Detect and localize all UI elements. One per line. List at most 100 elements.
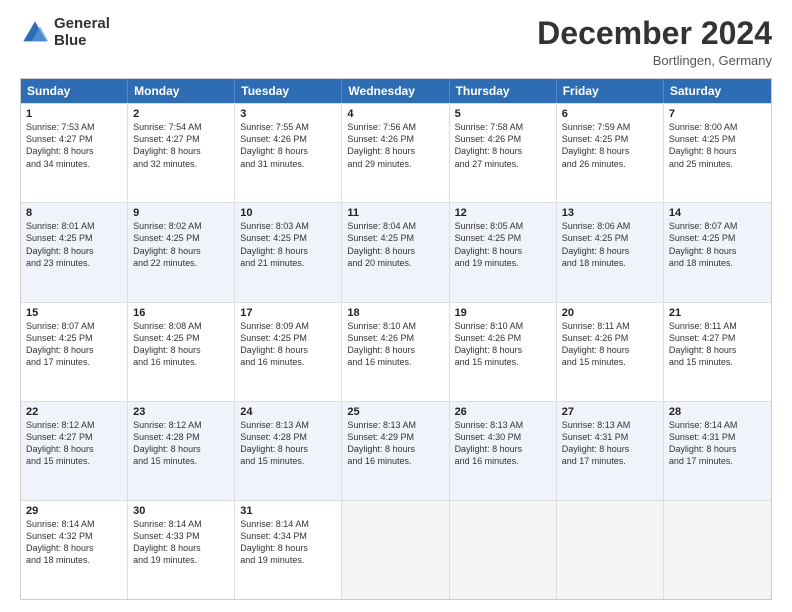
table-row: 9Sunrise: 8:02 AMSunset: 4:25 PMDaylight… xyxy=(128,203,235,301)
cell-text: Sunrise: 8:08 AMSunset: 4:25 PMDaylight:… xyxy=(133,320,229,369)
day-number: 26 xyxy=(455,406,551,418)
cell-text: Sunrise: 7:55 AMSunset: 4:26 PMDaylight:… xyxy=(240,121,336,170)
table-row: 22Sunrise: 8:12 AMSunset: 4:27 PMDayligh… xyxy=(21,402,128,500)
logo-icon xyxy=(20,18,50,48)
location: Bortlingen, Germany xyxy=(537,53,772,68)
cell-text: Sunrise: 8:11 AMSunset: 4:27 PMDaylight:… xyxy=(669,320,766,369)
day-number: 6 xyxy=(562,108,658,120)
day-number: 4 xyxy=(347,108,443,120)
calendar-row-2: 8Sunrise: 8:01 AMSunset: 4:25 PMDaylight… xyxy=(21,202,771,301)
table-row: 11Sunrise: 8:04 AMSunset: 4:25 PMDayligh… xyxy=(342,203,449,301)
cell-text: Sunrise: 8:05 AMSunset: 4:25 PMDaylight:… xyxy=(455,220,551,269)
day-number: 16 xyxy=(133,307,229,319)
cell-text: Sunrise: 8:12 AMSunset: 4:27 PMDaylight:… xyxy=(26,419,122,468)
table-row xyxy=(450,501,557,599)
day-number: 24 xyxy=(240,406,336,418)
table-row: 23Sunrise: 8:12 AMSunset: 4:28 PMDayligh… xyxy=(128,402,235,500)
calendar-row-3: 15Sunrise: 8:07 AMSunset: 4:25 PMDayligh… xyxy=(21,302,771,401)
cell-text: Sunrise: 8:03 AMSunset: 4:25 PMDaylight:… xyxy=(240,220,336,269)
day-number: 29 xyxy=(26,505,122,517)
table-row: 16Sunrise: 8:08 AMSunset: 4:25 PMDayligh… xyxy=(128,303,235,401)
day-number: 13 xyxy=(562,207,658,219)
cell-text: Sunrise: 8:00 AMSunset: 4:25 PMDaylight:… xyxy=(669,121,766,170)
day-number: 12 xyxy=(455,207,551,219)
table-row: 26Sunrise: 8:13 AMSunset: 4:30 PMDayligh… xyxy=(450,402,557,500)
logo-line1: General xyxy=(54,16,110,33)
table-row: 29Sunrise: 8:14 AMSunset: 4:32 PMDayligh… xyxy=(21,501,128,599)
calendar: SundayMondayTuesdayWednesdayThursdayFrid… xyxy=(20,78,772,600)
day-number: 8 xyxy=(26,207,122,219)
cell-text: Sunrise: 8:14 AMSunset: 4:31 PMDaylight:… xyxy=(669,419,766,468)
table-row: 8Sunrise: 8:01 AMSunset: 4:25 PMDaylight… xyxy=(21,203,128,301)
day-number: 25 xyxy=(347,406,443,418)
day-number: 22 xyxy=(26,406,122,418)
weekday-header-sunday: Sunday xyxy=(21,79,128,103)
cell-text: Sunrise: 8:13 AMSunset: 4:30 PMDaylight:… xyxy=(455,419,551,468)
table-row: 12Sunrise: 8:05 AMSunset: 4:25 PMDayligh… xyxy=(450,203,557,301)
day-number: 18 xyxy=(347,307,443,319)
table-row: 20Sunrise: 8:11 AMSunset: 4:26 PMDayligh… xyxy=(557,303,664,401)
day-number: 14 xyxy=(669,207,766,219)
table-row: 6Sunrise: 7:59 AMSunset: 4:25 PMDaylight… xyxy=(557,104,664,202)
table-row: 2Sunrise: 7:54 AMSunset: 4:27 PMDaylight… xyxy=(128,104,235,202)
table-row: 17Sunrise: 8:09 AMSunset: 4:25 PMDayligh… xyxy=(235,303,342,401)
day-number: 23 xyxy=(133,406,229,418)
cell-text: Sunrise: 8:10 AMSunset: 4:26 PMDaylight:… xyxy=(455,320,551,369)
table-row: 21Sunrise: 8:11 AMSunset: 4:27 PMDayligh… xyxy=(664,303,771,401)
cell-text: Sunrise: 8:14 AMSunset: 4:32 PMDaylight:… xyxy=(26,518,122,567)
day-number: 5 xyxy=(455,108,551,120)
cell-text: Sunrise: 8:07 AMSunset: 4:25 PMDaylight:… xyxy=(669,220,766,269)
cell-text: Sunrise: 8:14 AMSunset: 4:34 PMDaylight:… xyxy=(240,518,336,567)
cell-text: Sunrise: 7:58 AMSunset: 4:26 PMDaylight:… xyxy=(455,121,551,170)
table-row xyxy=(342,501,449,599)
day-number: 28 xyxy=(669,406,766,418)
cell-text: Sunrise: 8:10 AMSunset: 4:26 PMDaylight:… xyxy=(347,320,443,369)
cell-text: Sunrise: 8:13 AMSunset: 4:31 PMDaylight:… xyxy=(562,419,658,468)
table-row: 1Sunrise: 7:53 AMSunset: 4:27 PMDaylight… xyxy=(21,104,128,202)
calendar-row-4: 22Sunrise: 8:12 AMSunset: 4:27 PMDayligh… xyxy=(21,401,771,500)
day-number: 31 xyxy=(240,505,336,517)
month-title: December 2024 xyxy=(537,16,772,51)
table-row: 27Sunrise: 8:13 AMSunset: 4:31 PMDayligh… xyxy=(557,402,664,500)
cell-text: Sunrise: 8:01 AMSunset: 4:25 PMDaylight:… xyxy=(26,220,122,269)
day-number: 21 xyxy=(669,307,766,319)
cell-text: Sunrise: 8:04 AMSunset: 4:25 PMDaylight:… xyxy=(347,220,443,269)
table-row: 28Sunrise: 8:14 AMSunset: 4:31 PMDayligh… xyxy=(664,402,771,500)
calendar-page: General Blue December 2024 Bortlingen, G… xyxy=(0,0,792,612)
day-number: 20 xyxy=(562,307,658,319)
logo-line2: Blue xyxy=(54,33,110,50)
logo: General Blue xyxy=(20,16,110,49)
day-number: 7 xyxy=(669,108,766,120)
table-row: 31Sunrise: 8:14 AMSunset: 4:34 PMDayligh… xyxy=(235,501,342,599)
weekday-header-monday: Monday xyxy=(128,79,235,103)
day-number: 2 xyxy=(133,108,229,120)
calendar-header: SundayMondayTuesdayWednesdayThursdayFrid… xyxy=(21,79,771,103)
day-number: 17 xyxy=(240,307,336,319)
day-number: 9 xyxy=(133,207,229,219)
calendar-body: 1Sunrise: 7:53 AMSunset: 4:27 PMDaylight… xyxy=(21,103,771,599)
day-number: 11 xyxy=(347,207,443,219)
weekday-header-saturday: Saturday xyxy=(664,79,771,103)
weekday-header-friday: Friday xyxy=(557,79,664,103)
logo-text: General Blue xyxy=(54,16,110,49)
day-number: 10 xyxy=(240,207,336,219)
cell-text: Sunrise: 7:54 AMSunset: 4:27 PMDaylight:… xyxy=(133,121,229,170)
table-row: 14Sunrise: 8:07 AMSunset: 4:25 PMDayligh… xyxy=(664,203,771,301)
day-number: 27 xyxy=(562,406,658,418)
table-row: 3Sunrise: 7:55 AMSunset: 4:26 PMDaylight… xyxy=(235,104,342,202)
calendar-row-5: 29Sunrise: 8:14 AMSunset: 4:32 PMDayligh… xyxy=(21,500,771,599)
day-number: 30 xyxy=(133,505,229,517)
title-block: December 2024 Bortlingen, Germany xyxy=(537,16,772,68)
table-row: 30Sunrise: 8:14 AMSunset: 4:33 PMDayligh… xyxy=(128,501,235,599)
table-row: 5Sunrise: 7:58 AMSunset: 4:26 PMDaylight… xyxy=(450,104,557,202)
table-row: 19Sunrise: 8:10 AMSunset: 4:26 PMDayligh… xyxy=(450,303,557,401)
cell-text: Sunrise: 7:59 AMSunset: 4:25 PMDaylight:… xyxy=(562,121,658,170)
cell-text: Sunrise: 8:02 AMSunset: 4:25 PMDaylight:… xyxy=(133,220,229,269)
day-number: 1 xyxy=(26,108,122,120)
day-number: 19 xyxy=(455,307,551,319)
table-row: 4Sunrise: 7:56 AMSunset: 4:26 PMDaylight… xyxy=(342,104,449,202)
cell-text: Sunrise: 7:53 AMSunset: 4:27 PMDaylight:… xyxy=(26,121,122,170)
cell-text: Sunrise: 8:07 AMSunset: 4:25 PMDaylight:… xyxy=(26,320,122,369)
table-row: 13Sunrise: 8:06 AMSunset: 4:25 PMDayligh… xyxy=(557,203,664,301)
header: General Blue December 2024 Bortlingen, G… xyxy=(20,16,772,68)
